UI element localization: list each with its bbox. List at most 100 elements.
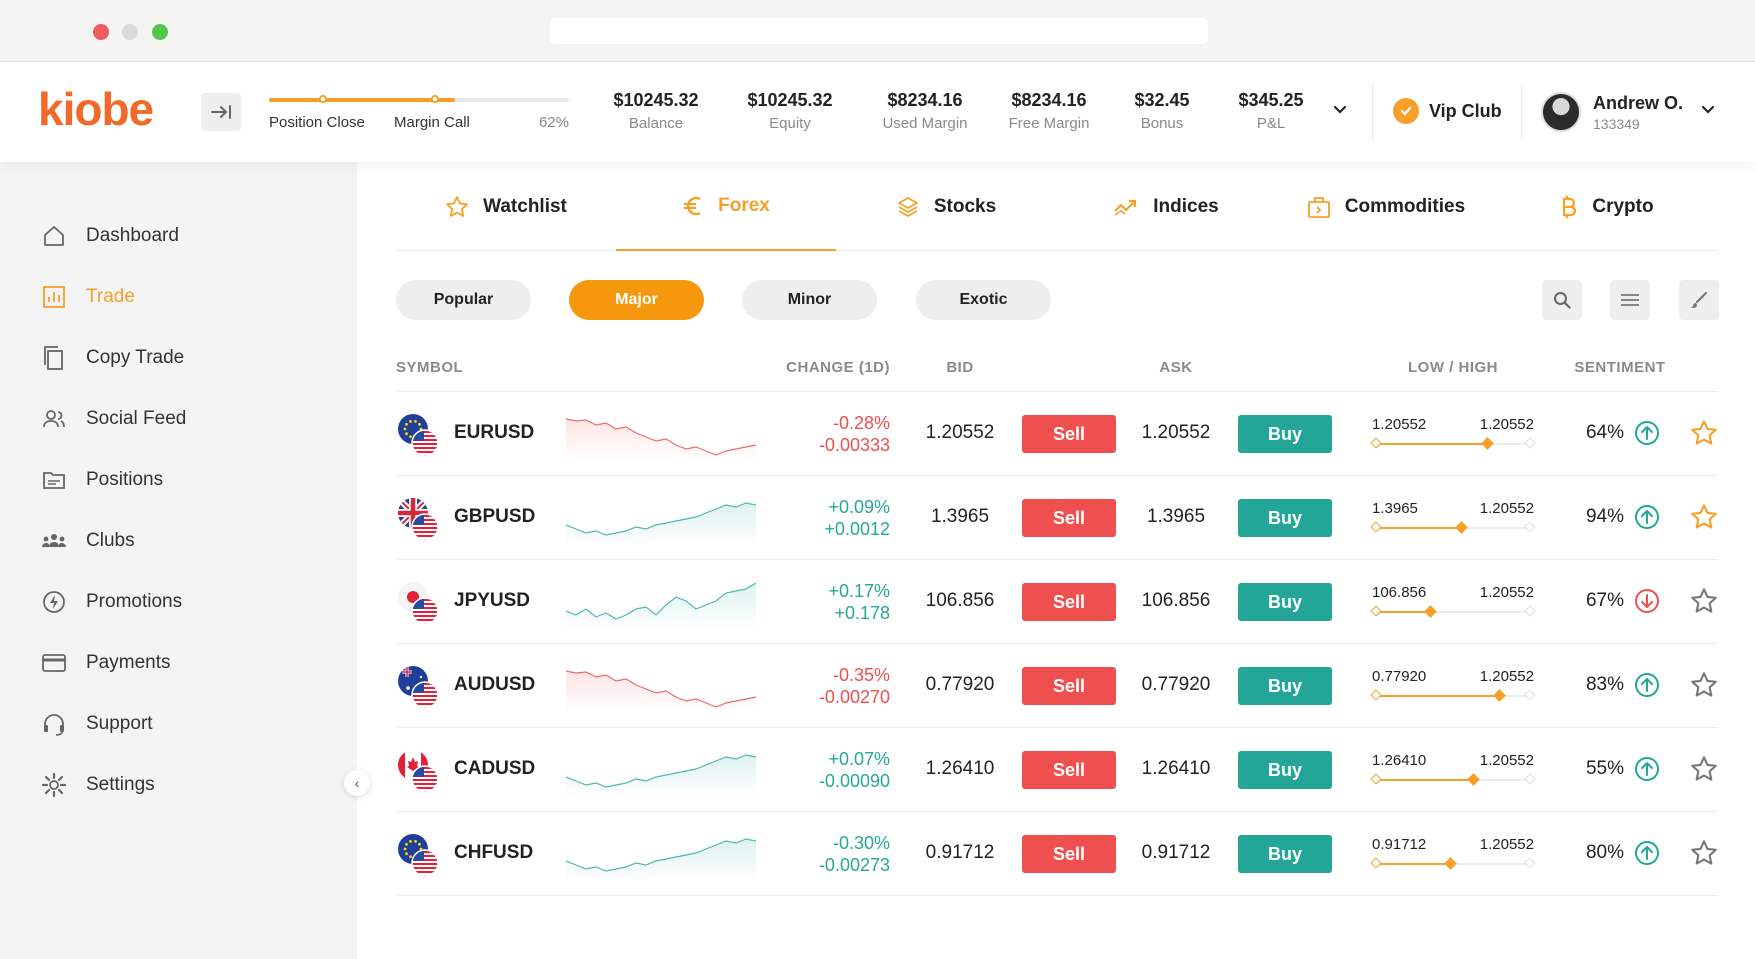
margin-call-label: Margin Call <box>394 114 470 131</box>
column-header-bid[interactable]: BID <box>910 359 1010 376</box>
tab-indices[interactable]: Indices <box>1056 162 1276 251</box>
symbol-name[interactable]: JPYUSD <box>454 590 530 612</box>
table-row[interactable]: AUDUSD -0.35% -0.00270 0.77920 Sell 0.77920 Bu… <box>396 644 1718 728</box>
change-cell: -0.30% -0.00273 <box>776 832 890 876</box>
brush-icon <box>1691 291 1708 309</box>
stat-value: $32.45 <box>1134 90 1190 110</box>
column-header-symbol[interactable]: SYMBOL <box>396 359 463 376</box>
buy-button[interactable]: Buy <box>1238 499 1332 537</box>
position-close-label: Position Close <box>269 114 365 131</box>
favorite-star-icon[interactable] <box>1690 755 1718 783</box>
table-row[interactable]: CHFUSD -0.30% -0.00273 0.91712 Sell 0.91712 Bu… <box>396 812 1718 896</box>
edit-button[interactable] <box>1679 280 1719 320</box>
table-row[interactable]: JPYUSD +0.17% +0.178 106.856 Sell 106.856 Buy 1… <box>396 560 1718 644</box>
sentiment-value: 83% <box>1585 674 1624 695</box>
sidebar-item-trade[interactable]: Trade <box>40 283 135 311</box>
buy-button[interactable]: Buy <box>1238 415 1332 453</box>
favorite-star-icon[interactable] <box>1690 419 1718 447</box>
sidebar-item-dashboard[interactable]: Dashboard <box>40 222 179 250</box>
sidebar-item-positions[interactable]: Positions <box>40 466 163 494</box>
buy-button[interactable]: Buy <box>1238 751 1332 789</box>
range-current-marker <box>1455 521 1468 534</box>
search-button[interactable] <box>1542 280 1582 320</box>
table-row[interactable]: GBPUSD +0.09% +0.0012 1.3965 Sell 1.3965 Buy 1.… <box>396 476 1718 560</box>
favorite-star-icon[interactable] <box>1690 671 1718 699</box>
tab-forex[interactable]: Forex <box>616 162 836 251</box>
column-header-sentiment[interactable]: SENTIMENT <box>1560 359 1680 376</box>
sidebar-item-settings[interactable]: Settings <box>40 771 155 799</box>
column-header-ask[interactable]: ASK <box>1126 359 1226 376</box>
window-minimize-button[interactable] <box>122 24 138 40</box>
position-close-marker <box>319 95 327 103</box>
buy-button[interactable]: Buy <box>1238 667 1332 705</box>
tab-watchlist[interactable]: Watchlist <box>396 162 616 251</box>
symbol-name[interactable]: GBPUSD <box>454 506 535 528</box>
table-row[interactable]: EURUSD -0.28% -0.00333 1.20552 Sell 1.20552 Bu… <box>396 392 1718 476</box>
ask-price: 1.26410 <box>1141 758 1211 779</box>
window-maximize-button[interactable] <box>152 24 168 40</box>
address-bar[interactable] <box>550 18 1208 44</box>
sell-button[interactable]: Sell <box>1022 499 1116 537</box>
menu-icon <box>1621 294 1639 306</box>
table-row[interactable]: CADUSD +0.07% -0.00090 1.26410 Sell 1.26410 Bu… <box>396 728 1718 812</box>
stat-value: $8234.16 <box>887 90 963 110</box>
filter-exotic[interactable]: Exotic <box>916 280 1051 320</box>
collapse-sidebar-button[interactable] <box>201 93 241 131</box>
buy-button[interactable]: Buy <box>1238 835 1332 873</box>
sell-button[interactable]: Sell <box>1022 583 1116 621</box>
arrow-up-circle-icon <box>1635 421 1659 445</box>
low-high-range: 1.3965 1.20552 <box>1370 500 1536 540</box>
sidebar: Dashboard Trade Copy Trade Social Feed P… <box>0 162 357 959</box>
range-current-marker <box>1444 857 1457 870</box>
sell-button[interactable]: Sell <box>1022 667 1116 705</box>
range-high-marker <box>1524 605 1536 617</box>
symbol-name[interactable]: AUDUSD <box>454 674 535 696</box>
favorite-star-icon[interactable] <box>1690 503 1718 531</box>
user-menu[interactable]: Andrew O. 133349 <box>1541 92 1683 132</box>
arrow-up-circle-icon <box>1635 841 1659 865</box>
low-value: 106.856 <box>1372 584 1427 601</box>
filter-minor[interactable]: Minor <box>742 280 877 320</box>
tab-stocks[interactable]: Stocks <box>836 162 1056 251</box>
range-high-marker <box>1524 857 1536 869</box>
sell-button[interactable]: Sell <box>1022 835 1116 873</box>
column-header-low-high[interactable]: LOW / HIGH <box>1372 359 1534 376</box>
sidebar-item-clubs[interactable]: Clubs <box>40 527 135 555</box>
headset-icon <box>44 714 64 736</box>
sidebar-item-support[interactable]: Support <box>40 710 153 738</box>
filter-major[interactable]: Major <box>569 280 704 320</box>
sidebar-item-payments[interactable]: Payments <box>40 649 170 677</box>
symbol-name[interactable]: EURUSD <box>454 422 534 444</box>
tab-crypto[interactable]: Crypto <box>1496 162 1718 251</box>
buy-button[interactable]: Buy <box>1238 583 1332 621</box>
tab-commodities[interactable]: Commodities <box>1276 162 1496 251</box>
high-value: 1.20552 <box>1479 836 1534 853</box>
sell-button[interactable]: Sell <box>1022 415 1116 453</box>
card-icon <box>42 654 66 672</box>
sidebar-item-copy-trade[interactable]: Copy Trade <box>40 344 184 372</box>
high-value: 1.20552 <box>1479 752 1534 769</box>
margin-meter-fill <box>269 98 455 102</box>
high-value: 1.20552 <box>1479 668 1534 685</box>
sidebar-toggle-button[interactable]: ‹ <box>344 770 370 796</box>
brand-logo[interactable]: kiobe <box>38 82 154 136</box>
column-header-change[interactable]: CHANGE (1D) <box>776 359 890 376</box>
briefcase-icon <box>1307 196 1330 218</box>
sidebar-item-promotions[interactable]: Promotions <box>40 588 182 616</box>
vip-club-button[interactable]: Vip Club <box>1393 98 1502 124</box>
chevron-down-icon[interactable] <box>1698 100 1718 120</box>
chevron-left-icon: ‹ <box>354 775 360 791</box>
sidebar-item-social-feed[interactable]: Social Feed <box>40 405 186 433</box>
list-view-button[interactable] <box>1610 280 1650 320</box>
window-close-button[interactable] <box>93 24 109 40</box>
filter-popular[interactable]: Popular <box>396 280 531 320</box>
symbol-name[interactable]: CHFUSD <box>454 842 533 864</box>
user-id: 133349 <box>1593 115 1640 132</box>
tab-label: Crypto <box>1592 195 1654 217</box>
symbol-name[interactable]: CADUSD <box>454 758 535 780</box>
favorite-star-icon[interactable] <box>1690 587 1718 615</box>
chevron-down-icon[interactable] <box>1330 100 1350 120</box>
favorite-star-icon[interactable] <box>1690 839 1718 867</box>
sell-button[interactable]: Sell <box>1022 751 1116 789</box>
range-track <box>1376 443 1530 445</box>
